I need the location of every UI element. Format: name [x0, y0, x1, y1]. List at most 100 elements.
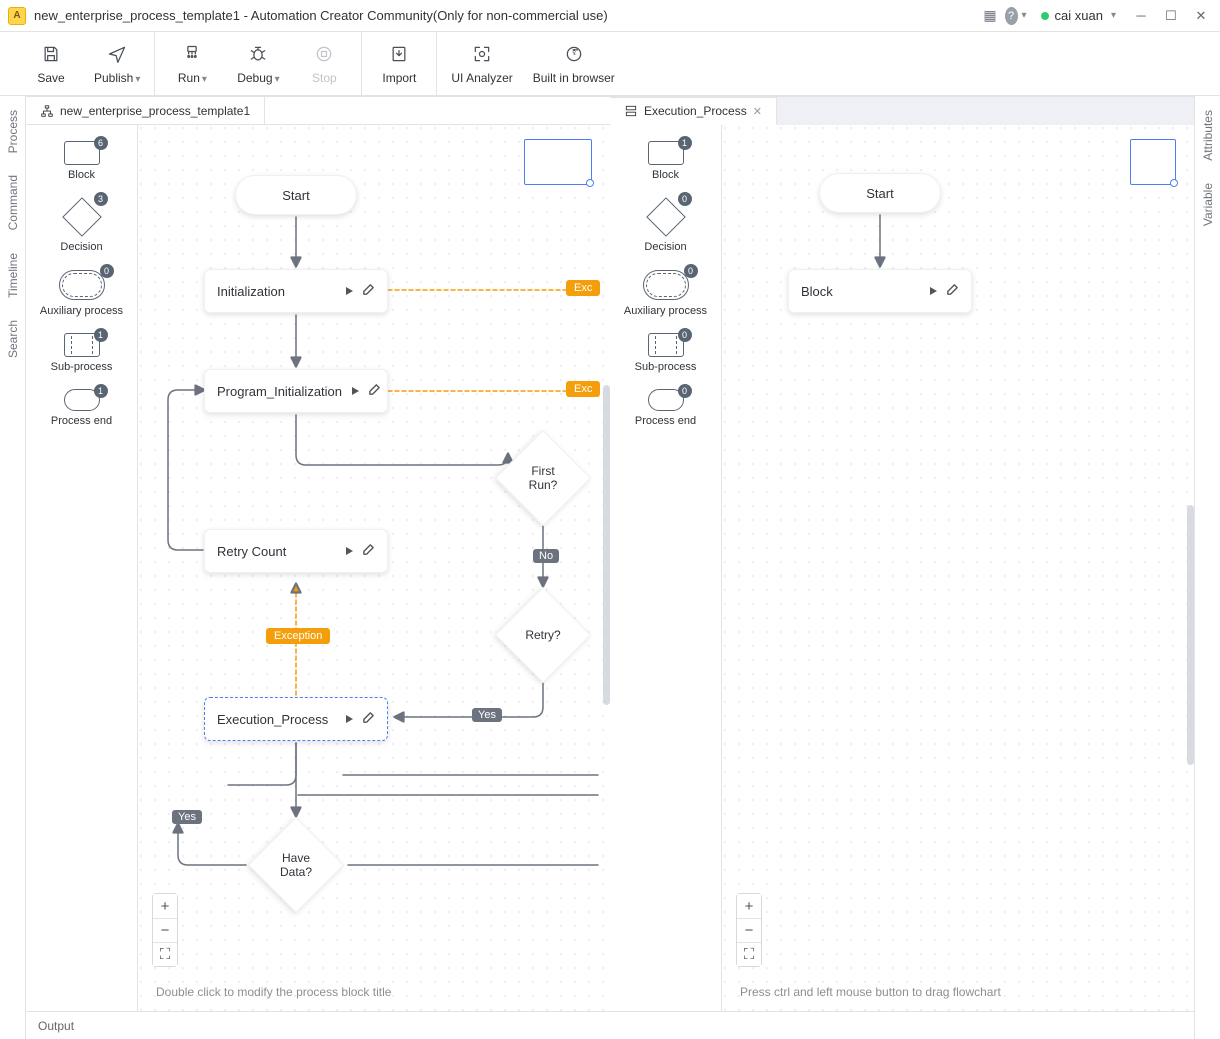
ui-analyzer-button[interactable]: UI Analyzer — [451, 43, 512, 85]
stop-icon — [313, 43, 335, 65]
node-retry[interactable]: Retry? — [495, 587, 591, 683]
play-icon[interactable] — [344, 712, 354, 727]
rail-command[interactable]: Command — [4, 169, 22, 236]
right-rail: Attributes Variable — [1194, 96, 1220, 1039]
play-icon[interactable] — [344, 284, 354, 299]
scrollbar[interactable] — [603, 385, 610, 705]
palette-left: 6 Block 3 Decision 0 Auxiliary process 1… — [26, 125, 138, 1011]
tag-exception: Exception — [266, 628, 330, 644]
palette-right: 1 Block 0 Decision 0 Auxiliary process 0… — [610, 125, 722, 1011]
play-icon[interactable] — [928, 284, 938, 299]
node-initialization[interactable]: Initialization — [204, 269, 388, 313]
canvas-hint: Press ctrl and left mouse button to drag… — [740, 985, 1001, 999]
palette-end[interactable]: 0 Process end — [610, 383, 721, 433]
import-button[interactable]: Import — [376, 43, 422, 85]
canvas-right[interactable]: Start Block + − ⛶ Press ctrl and left mo… — [722, 125, 1194, 1011]
fullscreen-button[interactable]: ⛶ — [153, 942, 177, 966]
minimap[interactable] — [524, 139, 592, 185]
palette-block[interactable]: 6 Block — [26, 135, 137, 187]
palette-aux[interactable]: 0 Auxiliary process — [610, 263, 721, 323]
save-button[interactable]: Save — [28, 43, 74, 85]
edit-icon[interactable] — [362, 543, 375, 559]
node-have-data[interactable]: Have Data? — [248, 817, 344, 913]
node-block-right[interactable]: Block — [788, 269, 972, 313]
help-button[interactable]: ?▾ — [1005, 5, 1027, 27]
zoom-out-button[interactable]: − — [153, 918, 177, 942]
palette-sub[interactable]: 1 Sub-process — [26, 327, 137, 379]
flow-edges-right — [722, 125, 1194, 1011]
canvas-hint: Double click to modify the process block… — [156, 985, 391, 999]
browser-button[interactable]: B Built in browser — [533, 43, 615, 85]
tab-close-icon[interactable]: ✕ — [753, 105, 762, 118]
user-menu[interactable]: cai xuan ▾ — [1035, 6, 1122, 25]
edit-icon[interactable] — [362, 283, 375, 299]
import-icon — [388, 43, 410, 65]
scrollbar[interactable] — [1187, 505, 1194, 765]
node-program-init[interactable]: Program_Initialization — [204, 369, 388, 413]
tab-main[interactable]: new_enterprise_process_template1 — [26, 97, 265, 124]
rail-process[interactable]: Process — [4, 104, 22, 159]
edit-icon[interactable] — [362, 711, 375, 727]
zoom-in-button[interactable]: + — [153, 894, 177, 918]
palette-end[interactable]: 1 Process end — [26, 383, 137, 433]
maximize-button[interactable]: ☐ — [1160, 5, 1182, 27]
debug-button[interactable]: Debug▾ — [235, 43, 281, 85]
node-first-run[interactable]: First Run? — [495, 430, 591, 526]
zoom-in-button[interactable]: + — [737, 894, 761, 918]
edge-label-no: No — [533, 549, 559, 563]
close-button[interactable]: ✕ — [1190, 5, 1212, 27]
tag-exc2: Exc — [566, 381, 600, 397]
run-button[interactable]: Run▾ — [169, 43, 215, 85]
palette-block[interactable]: 1 Block — [610, 135, 721, 187]
rail-timeline[interactable]: Timeline — [4, 247, 22, 304]
analyzer-icon — [471, 43, 493, 65]
app-icon: A — [8, 7, 26, 25]
edit-icon[interactable] — [368, 383, 381, 399]
tag-exc1: Exc — [566, 280, 600, 296]
node-retry-count[interactable]: Retry Count — [204, 529, 388, 573]
debug-icon — [247, 43, 269, 65]
canvas-controls: + − ⛶ — [152, 893, 178, 967]
left-tabstrip: new_enterprise_process_template1 — [26, 97, 610, 125]
flow-icon — [40, 104, 54, 118]
save-icon — [40, 43, 62, 65]
main-toolbar: Save Publish▾ Run▾ Debug▾ Stop Import UI… — [0, 32, 1220, 96]
edge-label-yes2: Yes — [172, 810, 202, 824]
help-icon: ? — [1005, 7, 1018, 25]
rail-variable[interactable]: Variable — [1199, 177, 1217, 232]
rail-search[interactable]: Search — [4, 314, 22, 364]
publish-button[interactable]: Publish▾ — [94, 43, 140, 85]
minimize-button[interactable]: ─ — [1130, 5, 1152, 27]
flow-icon — [624, 104, 638, 118]
title-bar: A new_enterprise_process_template1 - Aut… — [0, 0, 1220, 32]
palette-decision[interactable]: 0 Decision — [610, 191, 721, 259]
palette-sub[interactable]: 0 Sub-process — [610, 327, 721, 379]
canvas-left[interactable]: Start Initialization Program_Initializat… — [138, 125, 610, 1011]
chevron-down-icon: ▾ — [1111, 10, 1116, 21]
palette-decision[interactable]: 3 Decision — [26, 191, 137, 259]
minimap[interactable] — [1130, 139, 1176, 185]
node-start-right[interactable]: Start — [819, 173, 941, 213]
node-execution-process[interactable]: Execution_Process — [204, 697, 388, 741]
run-icon — [181, 43, 203, 65]
user-status-dot — [1041, 12, 1049, 20]
node-start[interactable]: Start — [235, 175, 357, 215]
canvas-controls: + − ⛶ — [736, 893, 762, 967]
tab-exec[interactable]: Execution_Process ✕ — [610, 97, 777, 125]
output-tab[interactable]: Output — [26, 1011, 1194, 1039]
window-title: new_enterprise_process_template1 - Autom… — [34, 8, 608, 23]
left-rail: Process Command Timeline Search — [0, 96, 26, 1039]
right-tabstrip: Execution_Process ✕ — [610, 97, 1194, 125]
apps-icon[interactable]: ▦ — [983, 7, 996, 24]
publish-icon — [106, 43, 128, 65]
zoom-out-button[interactable]: − — [737, 918, 761, 942]
edge-label-yes: Yes — [472, 708, 502, 722]
edit-icon[interactable] — [946, 283, 959, 299]
play-icon[interactable] — [350, 384, 360, 399]
fullscreen-button[interactable]: ⛶ — [737, 942, 761, 966]
user-name: cai xuan — [1055, 8, 1103, 23]
rail-attributes[interactable]: Attributes — [1199, 104, 1217, 167]
play-icon[interactable] — [344, 544, 354, 559]
palette-aux[interactable]: 0 Auxiliary process — [26, 263, 137, 323]
stop-button: Stop — [301, 43, 347, 85]
